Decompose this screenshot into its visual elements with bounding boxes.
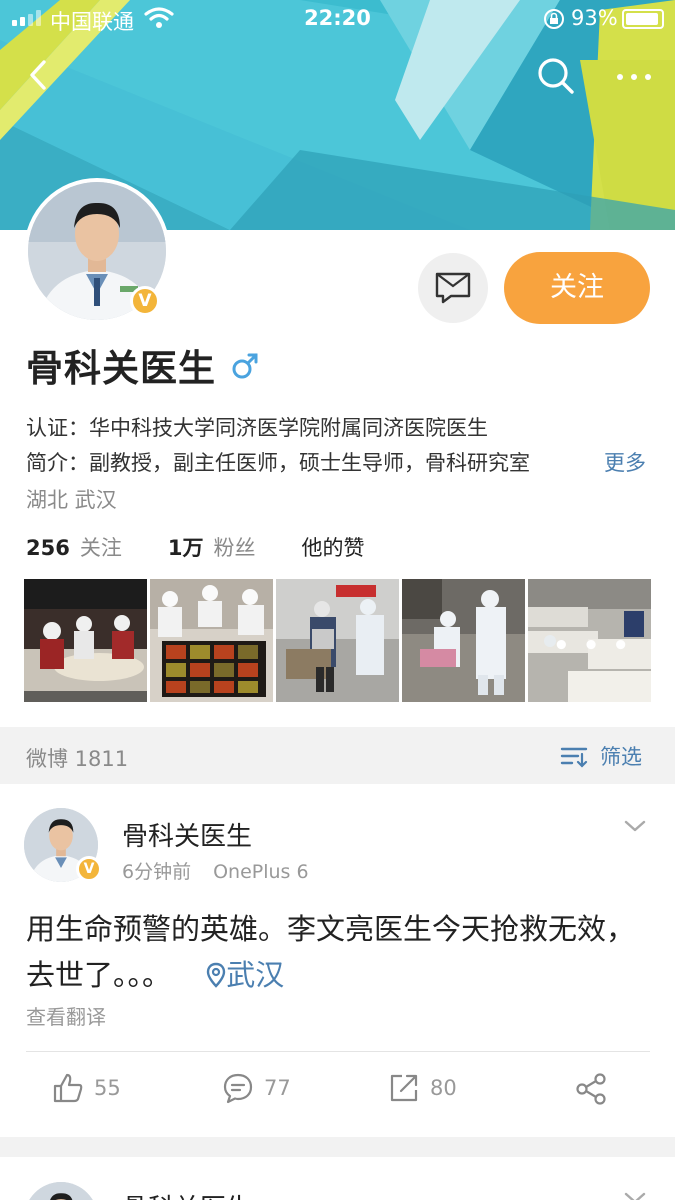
search-button[interactable] bbox=[530, 50, 580, 100]
photo-thumbnail[interactable] bbox=[276, 579, 399, 702]
like-count: 55 bbox=[94, 1076, 121, 1100]
feed-separator bbox=[0, 1137, 675, 1157]
post-author[interactable]: 骨科关医生 bbox=[122, 816, 252, 853]
followers-count: 1万 bbox=[167, 536, 204, 560]
comment-icon bbox=[223, 1073, 253, 1104]
verification-text: 认证：华中科技大学同济医学院附属同济医院医生 bbox=[26, 416, 488, 440]
photo-thumbnail[interactable] bbox=[402, 579, 525, 702]
message-button[interactable] bbox=[418, 253, 488, 323]
filter-icon bbox=[560, 747, 588, 768]
rotation-lock-icon bbox=[543, 8, 565, 35]
post-divider bbox=[26, 1051, 650, 1052]
following-stat[interactable]: 256 关注 bbox=[26, 532, 122, 562]
profile-page: 中国联通 22:20 93% V 关注 骨科关医生 认证：华中科技大学同济医学院… bbox=[0, 0, 675, 1200]
post-time: 6分钟前 bbox=[122, 861, 192, 883]
followers-stat[interactable]: 1万 粉丝 bbox=[168, 532, 256, 562]
feed-header: 微博 1811 筛选 bbox=[0, 727, 675, 784]
following-label: 关注 bbox=[79, 536, 122, 560]
status-bar: 中国联通 22:20 93% bbox=[0, 0, 675, 38]
post-options-button[interactable] bbox=[622, 1188, 648, 1200]
profile-name: 骨科关医生 bbox=[26, 347, 216, 390]
filter-button[interactable]: 筛选 bbox=[560, 741, 642, 771]
like-button[interactable]: 55 bbox=[52, 1072, 121, 1104]
search-icon bbox=[538, 58, 574, 94]
repost-icon bbox=[390, 1074, 418, 1102]
repost-button[interactable]: 80 bbox=[388, 1072, 457, 1104]
comment-count: 77 bbox=[264, 1076, 291, 1100]
verified-badge: V bbox=[130, 286, 160, 316]
chevron-down-icon bbox=[624, 820, 646, 832]
more-button[interactable] bbox=[610, 50, 660, 100]
location-pin-icon bbox=[207, 962, 226, 988]
message-icon bbox=[435, 272, 471, 304]
share-icon bbox=[576, 1073, 606, 1105]
post-body: 用生命预警的英雄。李文亮医生今天抢救无效，去世了。。。 bbox=[26, 912, 636, 992]
profile-avatar[interactable]: V bbox=[24, 178, 170, 324]
post-actions: 55 77 80 bbox=[0, 1072, 675, 1118]
photo-thumbnail[interactable]: • • • bbox=[528, 579, 651, 702]
following-count: 256 bbox=[26, 536, 70, 560]
battery-icon bbox=[622, 9, 664, 29]
translate-link[interactable]: 查看翻译 bbox=[26, 1001, 106, 1030]
photo-strip: • • • bbox=[24, 579, 652, 702]
battery-percent: 93% bbox=[571, 6, 618, 30]
location-text: 湖北 武汉 bbox=[26, 488, 117, 512]
post-author[interactable]: 骨科关医生 bbox=[122, 1188, 252, 1200]
profile-stats: 256 关注 1万 粉丝 他的赞 bbox=[26, 532, 410, 562]
post-text: 用生命预警的英雄。李文亮医生今天抢救无效，去世了。。。 武汉 bbox=[26, 906, 646, 998]
filter-label: 筛选 bbox=[600, 745, 642, 769]
male-icon bbox=[230, 351, 260, 385]
more-dots-icon bbox=[617, 74, 651, 80]
back-arrow-icon bbox=[30, 60, 46, 90]
comment-button[interactable]: 77 bbox=[222, 1072, 291, 1104]
name-row: 骨科关医生 bbox=[26, 340, 260, 390]
post-options-button[interactable] bbox=[622, 816, 648, 840]
chevron-down-icon bbox=[624, 1192, 646, 1200]
post-meta: 6分钟前 OnePlus 6 bbox=[122, 857, 309, 884]
post-device: OnePlus 6 bbox=[213, 861, 309, 883]
likes-link[interactable]: 他的赞 bbox=[301, 532, 364, 562]
post-verified-badge: V bbox=[76, 856, 102, 882]
follow-button[interactable]: 关注 bbox=[504, 252, 650, 324]
bio-more-link[interactable]: 更多 bbox=[604, 447, 646, 477]
followers-label: 粉丝 bbox=[213, 536, 256, 560]
bio-text: 简介：副教授，副主任医师，硕士生导师，骨科研究室 bbox=[26, 451, 530, 475]
thumbs-up-icon bbox=[53, 1073, 83, 1103]
more-photos-indicator: • • • bbox=[553, 631, 631, 661]
repost-count: 80 bbox=[430, 1076, 457, 1100]
photo-thumbnail[interactable] bbox=[24, 579, 147, 702]
post-count: 微博 1811 bbox=[26, 747, 129, 771]
share-button[interactable] bbox=[574, 1072, 608, 1106]
post-location-link[interactable]: 武汉 bbox=[180, 958, 284, 992]
photo-thumbnail[interactable] bbox=[150, 579, 273, 702]
post-avatar[interactable] bbox=[24, 1182, 98, 1200]
post-location: 武汉 bbox=[226, 958, 285, 992]
back-button[interactable] bbox=[16, 50, 66, 100]
